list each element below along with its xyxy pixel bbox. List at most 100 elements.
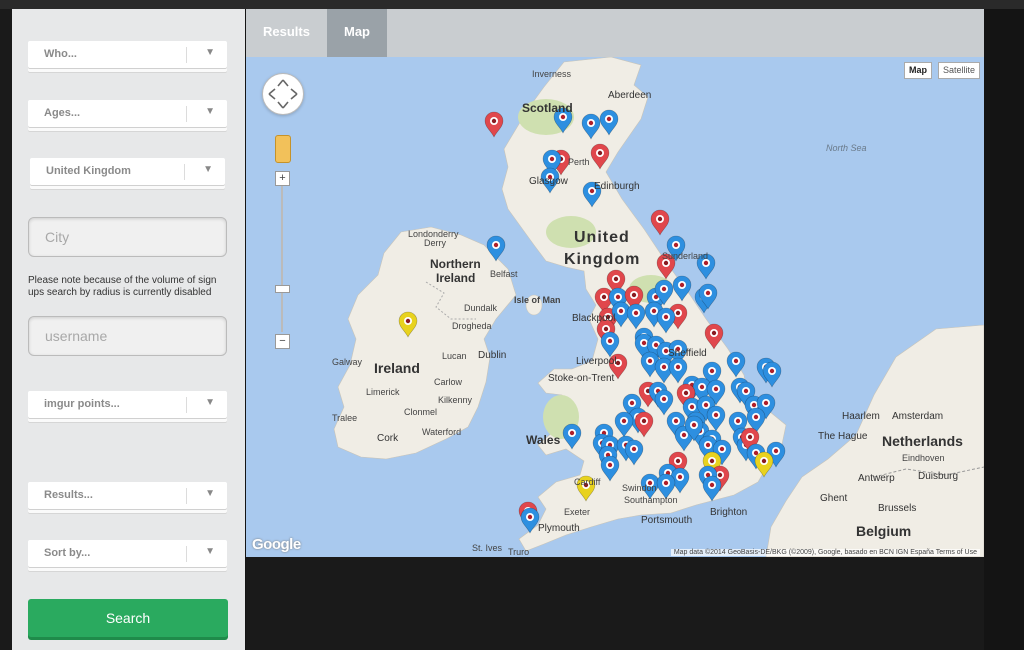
label-haarlem: Haarlem: [842, 411, 880, 422]
label-aberdeen: Aberdeen: [608, 90, 652, 101]
chevron-down-icon: ▼: [203, 164, 213, 175]
label-ireland: Ireland: [374, 360, 420, 376]
street-view-pegman-icon[interactable]: [275, 135, 291, 163]
label-cork: Cork: [377, 433, 399, 444]
label-carlow: Carlow: [434, 377, 463, 387]
pan-control[interactable]: [262, 73, 304, 115]
label-stoke: Stoke-on-Trent: [548, 373, 615, 384]
sort-dropdown[interactable]: Sort by... ▼: [28, 540, 227, 567]
results-dropdown[interactable]: Results... ▼: [28, 482, 227, 509]
label-tralee: Tralee: [332, 413, 358, 423]
label-netherlands: Netherlands: [882, 433, 963, 449]
dropdown-divider: [186, 488, 187, 504]
label-amsterdam: Amsterdam: [892, 411, 944, 422]
label-belfast: Belfast: [490, 269, 518, 279]
results-dropdown-label: Results...: [44, 489, 93, 501]
username-input[interactable]: [43, 317, 217, 355]
label-swindon: Swindon: [622, 483, 657, 493]
city-input[interactable]: [43, 218, 217, 256]
label-dublin: Dublin: [478, 350, 507, 361]
zoom-out-button[interactable]: −: [275, 334, 290, 349]
tab-map[interactable]: Map: [327, 9, 387, 57]
zoom-slider-thumb[interactable]: [275, 285, 290, 293]
imgur-points-label: imgur points...: [44, 398, 120, 410]
label-kingdom: Kingdom: [564, 251, 641, 268]
label-portsmouth: Portsmouth: [641, 515, 693, 526]
chevron-down-icon: ▼: [205, 488, 215, 499]
label-duisburg: Duisburg: [918, 471, 959, 482]
dropdown-divider: [186, 546, 187, 562]
chevron-down-icon: ▼: [205, 106, 215, 117]
label-eindhoven: Eindhoven: [902, 453, 945, 463]
who-dropdown-label: Who...: [44, 48, 77, 60]
label-hague: The Hague: [818, 431, 868, 442]
label-lucan: Lucan: [442, 351, 467, 361]
label-sheffield: Sheffield: [668, 348, 707, 359]
google-logo: Google: [252, 536, 301, 553]
label-scotland: Scotland: [522, 101, 573, 115]
label-brighton: Brighton: [710, 507, 748, 518]
search-button[interactable]: Search: [28, 599, 228, 637]
page-background: [246, 557, 984, 650]
radius-notice: Please note because of the volume of sig…: [28, 275, 217, 298]
country-dropdown[interactable]: United Kingdom ▼: [30, 158, 225, 185]
label-galway: Galway: [332, 357, 363, 367]
search-sidebar: Who... ▼ Ages... ▼ United Kingdom ▼ Plea…: [12, 9, 245, 650]
country-dropdown-label: United Kingdom: [46, 165, 131, 177]
label-cardiff: Cardiff: [574, 477, 601, 487]
tab-results[interactable]: Results: [246, 9, 327, 57]
zoom-in-button[interactable]: +: [275, 171, 290, 186]
label-belgium: Belgium: [856, 523, 912, 539]
view-tabs: Results Map: [246, 9, 984, 57]
label-derry: Derry: [424, 238, 446, 248]
label-ghent: Ghent: [820, 493, 848, 504]
dropdown-divider: [186, 397, 187, 413]
username-field[interactable]: [28, 316, 227, 356]
label-perth: Perth: [568, 157, 590, 167]
zoom-slider-track[interactable]: [281, 186, 283, 332]
label-edinburgh: Edinburgh: [594, 181, 640, 192]
label-inverness: Inverness: [532, 69, 572, 79]
label-isle-of-man: Isle of Man: [514, 295, 561, 305]
label-drogheda: Drogheda: [452, 321, 492, 331]
map-type-map-button[interactable]: Map: [904, 62, 932, 79]
label-glasgow: Glasgow: [529, 176, 568, 187]
label-blackpool: Blackpool: [572, 313, 616, 324]
map-type-satellite-button[interactable]: Satellite: [937, 62, 980, 79]
map-attribution[interactable]: Map data ©2014 GeoBasis-DE/BKG (©2009), …: [670, 549, 980, 556]
label-exeter: Exeter: [564, 507, 591, 517]
chevron-down-icon: ▼: [205, 546, 215, 557]
label-dundalk: Dundalk: [464, 303, 498, 313]
label-southampton: Southampton: [624, 495, 678, 505]
pan-arrows-icon: [268, 79, 298, 109]
chevron-down-icon: ▼: [205, 47, 215, 58]
sort-dropdown-label: Sort by...: [44, 547, 91, 559]
label-sunderland: Sunderland: [662, 251, 709, 261]
label-northern: Northern: [430, 257, 481, 271]
label-limerick: Limerick: [366, 387, 400, 397]
who-dropdown[interactable]: Who... ▼: [28, 41, 227, 68]
label-plymouth: Plymouth: [538, 523, 580, 534]
label-ireland-ni: Ireland: [436, 271, 476, 285]
right-edge: [984, 9, 1024, 650]
city-field[interactable]: [28, 217, 227, 257]
ages-dropdown[interactable]: Ages... ▼: [28, 100, 227, 127]
ages-dropdown-label: Ages...: [44, 107, 81, 119]
chevron-down-icon: ▼: [205, 397, 215, 408]
label-brussels: Brussels: [878, 503, 917, 514]
label-clonmel: Clonmel: [404, 407, 438, 417]
label-waterford: Waterford: [422, 427, 462, 437]
label-st-ives: St. Ives: [472, 543, 503, 553]
label-wales: Wales: [526, 433, 561, 447]
imgur-points-dropdown[interactable]: imgur points... ▼: [28, 391, 227, 418]
label-truro: Truro: [508, 547, 530, 557]
dropdown-divider: [186, 47, 187, 63]
label-north-sea: North Sea: [826, 143, 867, 153]
label-antwerp: Antwerp: [858, 473, 895, 484]
map-view[interactable]: Inverness Aberdeen Scotland Perth Glasgo…: [246, 57, 984, 557]
dropdown-divider: [184, 164, 185, 180]
dropdown-divider: [186, 106, 187, 122]
label-united: United: [574, 229, 630, 246]
label-liverpool: Liverpool: [576, 356, 617, 367]
label-kilkenny: Kilkenny: [438, 395, 473, 405]
